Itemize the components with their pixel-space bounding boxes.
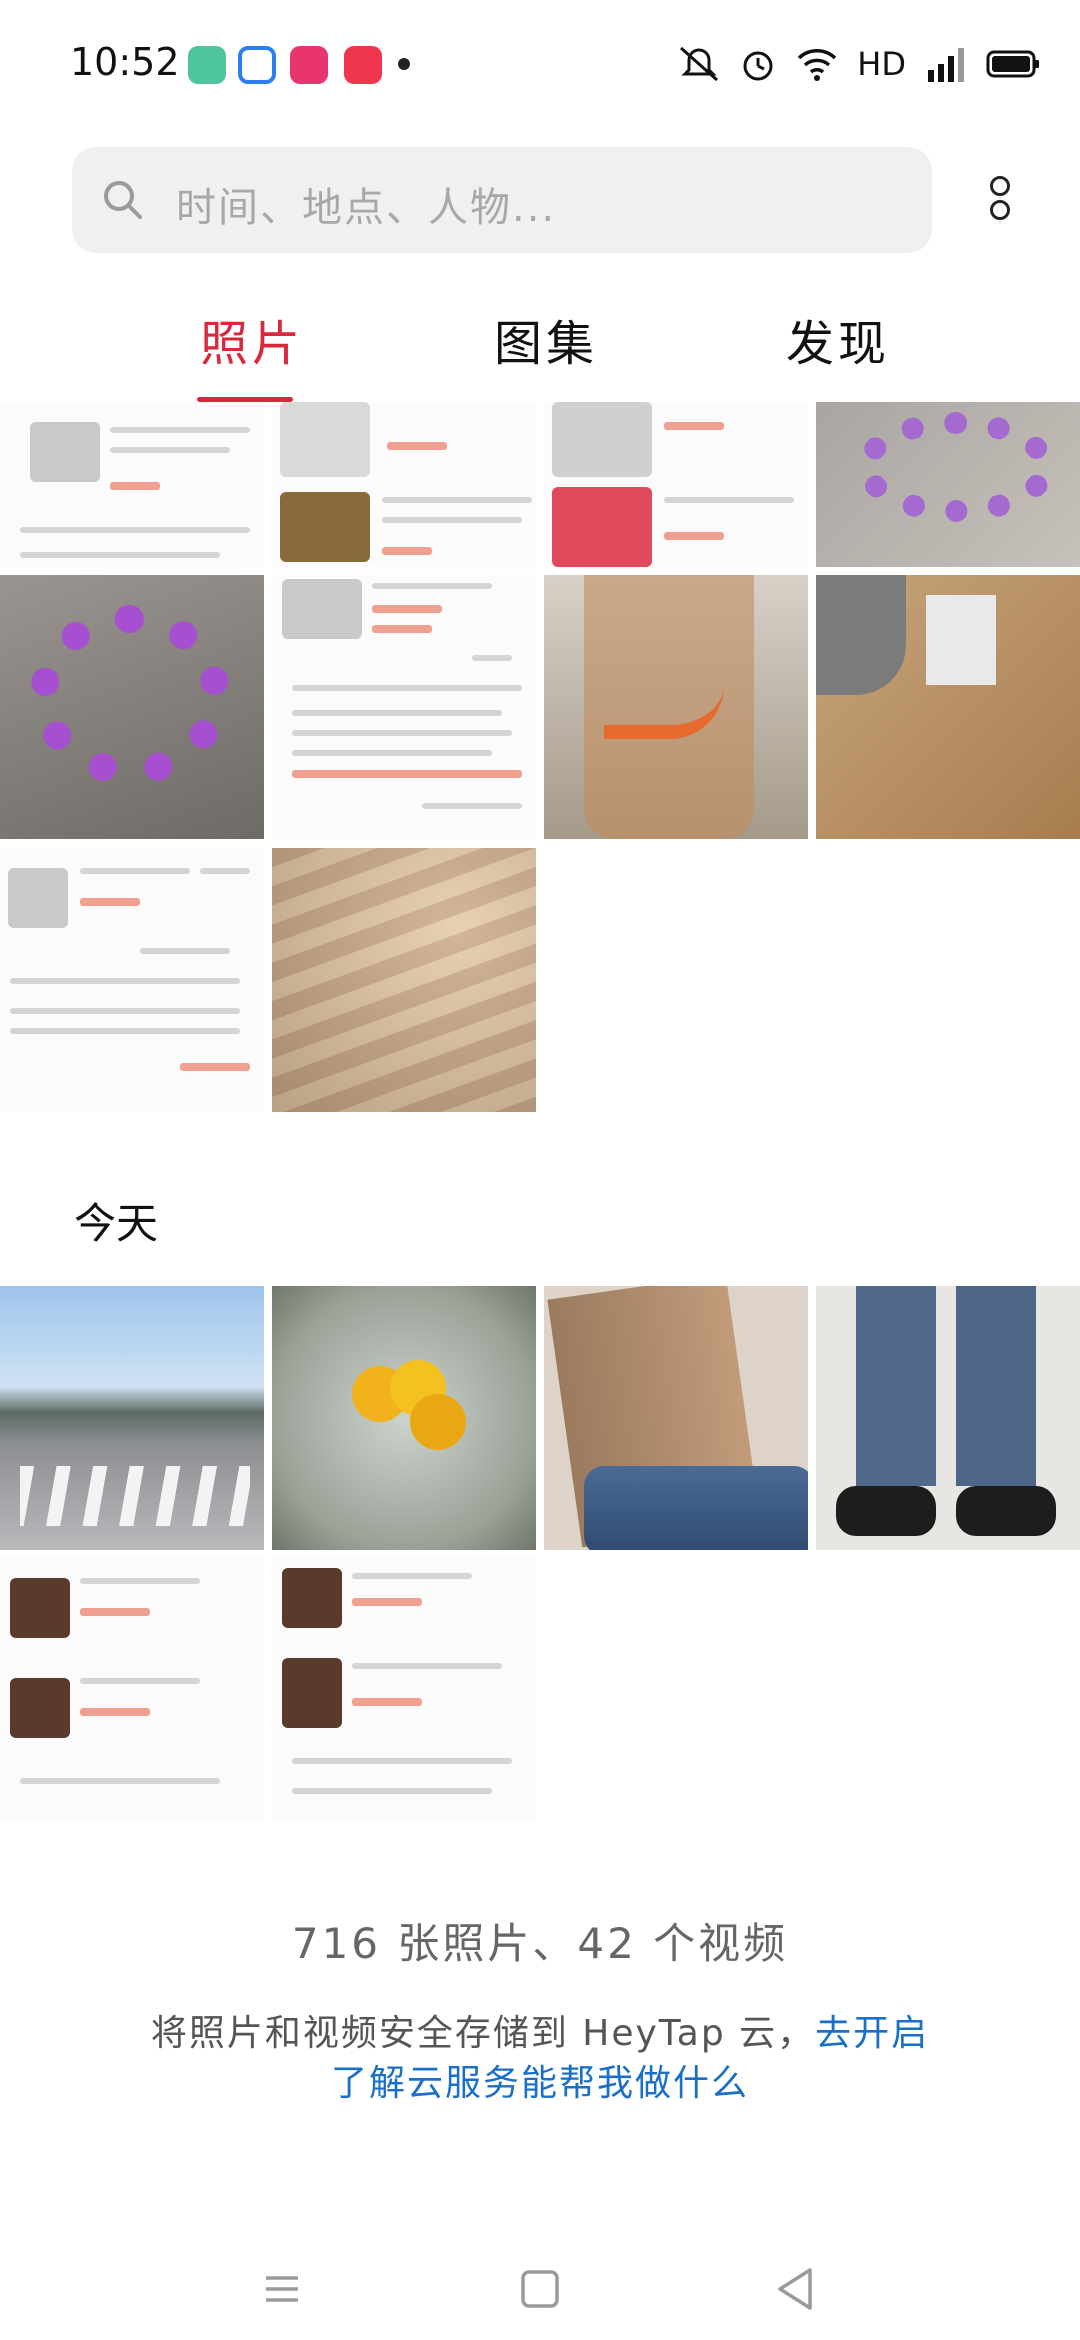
photo-thumbnail[interactable] [272,1286,536,1550]
status-time: 10:52 [70,40,180,84]
photo-thumbnail[interactable] [0,402,264,567]
photo-thumbnail[interactable] [0,848,264,1112]
photo-thumbnail[interactable] [544,575,808,839]
system-icons: HD [677,44,1040,84]
network-type: HD [857,45,906,83]
tab-albums[interactable]: 图集 [494,304,598,374]
tab-bar: 照片 图集 发现 [0,290,1080,402]
photo-thumbnail[interactable] [0,1558,264,1822]
photo-thumbnail[interactable] [272,848,536,1112]
photo-thumbnail[interactable] [272,575,536,839]
search-placeholder: 时间、地点、人物... [176,185,557,231]
photo-thumbnail[interactable] [816,575,1080,839]
photo-thumbnail[interactable] [0,1286,264,1550]
photo-thumbnail[interactable] [0,575,264,839]
photo-thumbnail[interactable] [816,402,1080,567]
cloud-promo-message: 将照片和视频安全存储到 HeyTap 云， [150,2013,816,2054]
play-app-icon [344,46,382,84]
section-title-today: 今天 [74,1199,159,1248]
mute-icon [680,46,719,82]
cloud-learn-more-link[interactable]: 了解云服务能帮我做什么 [0,2054,1080,2106]
system-nav-bar [0,2240,1080,2340]
media-count: 716 张照片、42 个视频 [291,1919,789,1968]
photo-thumbnail[interactable] [544,402,808,567]
search-bar[interactable]: 时间、地点、人物... [72,147,932,253]
status-bar: 10:52 HD [0,0,1080,130]
search-icon [104,181,142,219]
cloud-promo-text: 将照片和视频安全存储到 HeyTap 云，去开启 [0,2004,1080,2056]
photo-thumbnail[interactable] [272,1558,536,1822]
menu-icon[interactable] [252,2264,312,2314]
cloud-app-icon [238,46,276,84]
photo-thumbnail[interactable] [816,1286,1080,1550]
tab-photos[interactable]: 照片 [200,304,304,374]
photo-thumbnail[interactable] [544,1286,808,1550]
back-icon[interactable] [766,2264,826,2314]
battery-icon [986,50,1039,78]
photo-grid-today [0,1286,1080,1826]
chat-app-icon [188,46,226,84]
signal-icon [928,48,964,82]
alarm-icon [743,51,773,81]
enable-cloud-link[interactable]: 去开启 [815,2013,929,2054]
photo-thumbnail[interactable] [272,402,536,567]
tab-discover[interactable]: 发现 [786,304,890,374]
more-options-icon[interactable] [982,172,1018,232]
wifi-icon [798,49,837,81]
home-icon[interactable] [510,2264,570,2314]
more-notifications-dot [398,58,410,70]
video-app-icon [290,46,328,84]
photo-grid-earlier [0,402,1080,1112]
